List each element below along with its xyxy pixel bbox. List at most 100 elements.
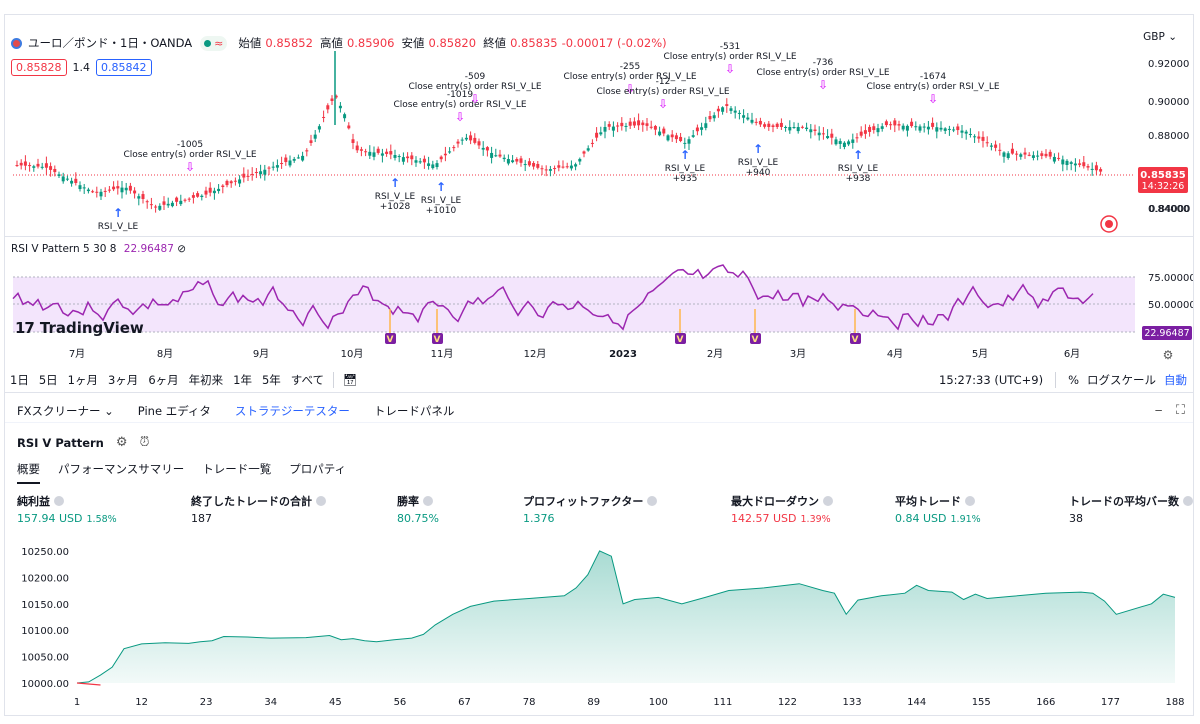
market-status-pill[interactable]: ≈ [200, 35, 228, 51]
rsi-legend[interactable]: RSI V Pattern 5 30 8 22.96487 ⊘ [11, 243, 186, 255]
time-axis[interactable]: 7月 8月 9月 10月 11月 12月 2023 2月 3月 4月 5月 6月 ⚙ [5, 345, 1194, 365]
candle-body [666, 135, 670, 141]
candle-body [926, 126, 930, 130]
buy-button[interactable]: 0.85842 [96, 59, 152, 76]
tab-pine-editor[interactable]: Pine エディタ [126, 403, 223, 419]
symbol-title[interactable]: ユーロ／ポンド・1日・OANDA [28, 35, 192, 51]
range-ytd-button[interactable]: 年初来 [184, 372, 229, 388]
candle-body [183, 199, 187, 201]
time-tick-label: 2月 [707, 348, 723, 360]
metric-title: トレードの平均バー数 [1069, 495, 1179, 508]
data-window-icon[interactable]: ⊘ [177, 243, 186, 255]
candle-body [649, 126, 653, 128]
equity-curve-chart[interactable]: 10000.00 10050.00 10100.00 10150.00 10200.00… [5, 535, 1194, 715]
candle-body [175, 197, 179, 202]
tab-trading-panel[interactable]: トレードパネル [362, 403, 467, 419]
equity-x-tick: 144 [907, 697, 926, 708]
log-scale-toggle[interactable]: ログスケール [1087, 372, 1156, 388]
sell-button[interactable]: 0.85828 [11, 59, 67, 76]
percent-scale-toggle[interactable]: % [1068, 373, 1079, 387]
candle-body [557, 165, 561, 168]
range-5y-button[interactable]: 5年 [257, 372, 286, 388]
range-5d-button[interactable]: 5日 [34, 372, 63, 388]
range-1m-button[interactable]: 1ヶ月 [63, 372, 103, 388]
candle-body [851, 139, 855, 143]
settings-gear-icon[interactable]: ⚙ [116, 435, 128, 450]
info-icon[interactable] [647, 496, 658, 506]
candle-body [91, 191, 95, 193]
rsi-pane[interactable]: 75.00000 50.00000 V V V V V 22.96487 RSI V Patt… [5, 237, 1194, 345]
candle-body [40, 166, 44, 168]
candle-body [36, 163, 40, 167]
exit-value-label: -1674 [920, 72, 946, 82]
entry-order-label: RSI_V_LE [665, 164, 706, 174]
metric-value: 142.57 USD [731, 512, 797, 525]
time-tick-label: 12月 [524, 348, 547, 360]
candle-body [1048, 151, 1052, 157]
entry-order-label: RSI_V_LE [738, 158, 779, 168]
info-icon[interactable] [823, 496, 833, 506]
info-icon[interactable] [54, 496, 64, 506]
symbol-legend: ユーロ／ポンド・1日・OANDA ≈ 始値 0.85852 高値 0.85906 安… [11, 35, 667, 51]
candle-body [607, 124, 611, 127]
auto-scale-toggle[interactable]: 自動 [1164, 372, 1187, 388]
minimize-icon[interactable]: ⎯ [1155, 403, 1162, 418]
candle-body [456, 141, 460, 144]
candle-body [674, 135, 678, 140]
range-all-button[interactable]: すべて [286, 372, 329, 388]
tab-strategy-tester[interactable]: ストラテジーテスター [223, 403, 362, 419]
tab-performance-summary[interactable]: パフォーマンスサマリー [58, 461, 184, 484]
go-to-date-icon[interactable]: 📅︎ [338, 373, 363, 387]
candle-body [364, 151, 368, 153]
entry-order-label: RSI_V_LE [375, 192, 416, 202]
candle-body [389, 151, 393, 155]
info-icon[interactable] [1183, 496, 1193, 506]
candle-body [842, 142, 846, 147]
tab-fx-screener[interactable]: FXスクリーナー ⌄ [5, 403, 126, 419]
candle-body [788, 127, 792, 131]
candle-body [28, 165, 32, 167]
tradingview-logo[interactable]: 17 TradingView [15, 319, 144, 337]
range-1d-button[interactable]: 1日 [5, 372, 34, 388]
candle-body [872, 126, 876, 131]
clock-display[interactable]: 15:27:33 (UTC+9) [939, 373, 1043, 387]
candle-body [863, 130, 867, 134]
price-chart-pane[interactable]: 0.92000 0.90000 0.88000 0.84000 -1005 Close e… [5, 15, 1193, 237]
metric-value: 38 [1069, 512, 1083, 525]
tab-properties[interactable]: プロパティ [289, 461, 346, 484]
candle-body [536, 163, 540, 168]
equity-x-tick: 133 [843, 697, 862, 708]
candle-body [124, 187, 128, 191]
currency-selector[interactable]: GBP ⌄ [1143, 31, 1177, 43]
time-tick-label: 10月 [341, 348, 364, 360]
metric-value: 187 [191, 512, 212, 525]
candle-body [763, 124, 767, 127]
tab-list-of-trades[interactable]: トレード一覧 [202, 461, 271, 484]
candle-body [280, 163, 284, 165]
metric-percent-profitable: 勝率 80.75% [397, 493, 439, 525]
candle-body [540, 168, 544, 170]
info-icon[interactable] [965, 496, 975, 506]
candle-body [1027, 154, 1031, 156]
candle-body [166, 203, 170, 206]
candle-body [721, 107, 725, 112]
candle-body [95, 191, 99, 193]
info-icon[interactable] [423, 496, 433, 506]
entry-arrow-icon: ↑ [680, 148, 690, 162]
entry-order-label: RSI_V_LE [838, 164, 879, 174]
strategy-name[interactable]: RSI V Pattern [17, 436, 104, 450]
candle-body [204, 190, 208, 195]
rsi-tick-label: 75.00000 [1148, 273, 1194, 284]
candle-body [935, 127, 939, 132]
range-1y-button[interactable]: 1年 [228, 372, 257, 388]
metric-title: プロフィットファクター [523, 495, 644, 508]
candle-body [78, 185, 82, 190]
range-6m-button[interactable]: 6ヶ月 [143, 372, 183, 388]
maximize-icon[interactable]: ⛶ [1176, 403, 1185, 418]
candle-body [49, 166, 53, 170]
alarm-clock-icon[interactable]: ⏰︎ [140, 435, 150, 450]
info-icon[interactable] [316, 496, 326, 506]
tab-overview[interactable]: 概要 [17, 461, 40, 484]
candle-body [464, 137, 468, 140]
range-3m-button[interactable]: 3ヶ月 [103, 372, 143, 388]
